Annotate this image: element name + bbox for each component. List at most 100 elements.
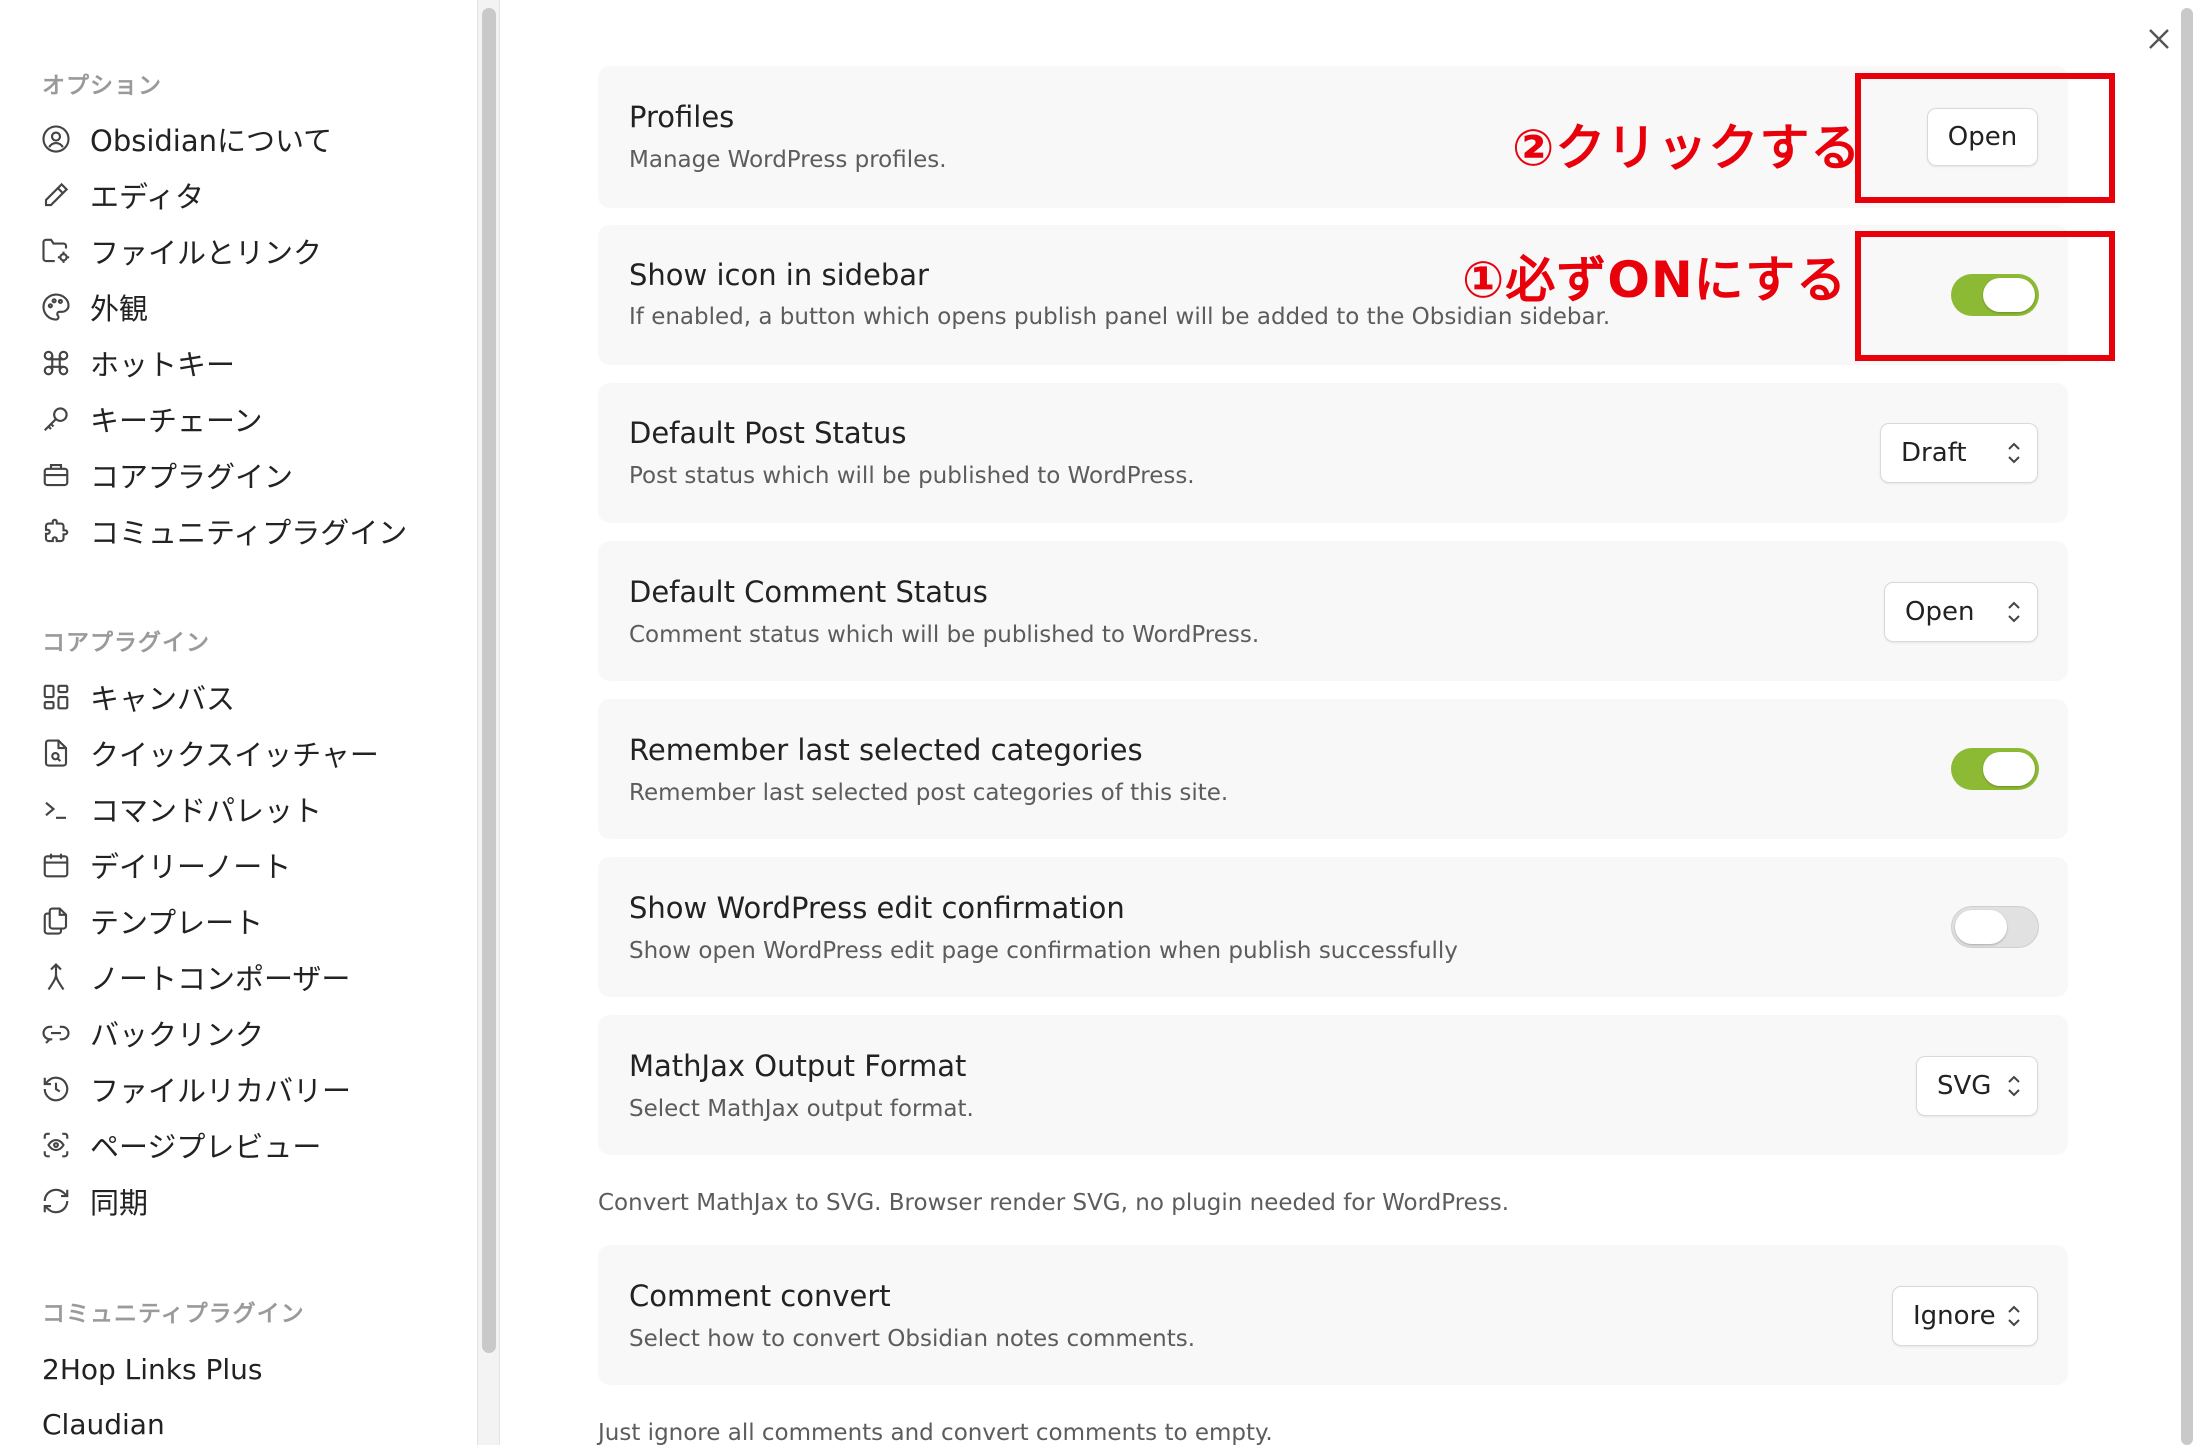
setting-title: Default Comment Status xyxy=(629,575,988,609)
close-icon xyxy=(2149,29,2169,49)
terminal-icon xyxy=(40,793,72,825)
remember-categories-toggle[interactable] xyxy=(1951,748,2039,790)
files-icon xyxy=(40,905,72,937)
sidebar-item-daily-notes[interactable]: デイリーノート xyxy=(40,842,291,888)
sidebar-item-hotkeys[interactable]: ホットキー xyxy=(40,340,235,386)
sidebar-item-label: 外観 xyxy=(90,292,149,326)
sidebar-scrollbar-thumb[interactable] xyxy=(482,8,496,1353)
key-icon xyxy=(40,403,72,435)
sidebar-section-community-plugins-title: コミュニティプラグイン xyxy=(42,1301,305,1327)
mathjax-format-select[interactable]: SVG xyxy=(1916,1056,2038,1116)
sidebar-item-editor[interactable]: エディタ xyxy=(40,172,204,218)
annotation-box-open-button xyxy=(1855,73,2115,203)
setting-title: Show WordPress edit confirmation xyxy=(629,891,1125,925)
settings-sidebar: オプション Obsidianについて エディタ ファイルとリンク 外観 ホットキ… xyxy=(0,0,478,1445)
sidebar-item-sync[interactable]: 同期 xyxy=(40,1178,148,1224)
sidebar-item-backlinks[interactable]: バックリンク xyxy=(40,1010,264,1056)
chevrons-up-down-icon xyxy=(2008,1075,2020,1097)
setting-description: Manage WordPress profiles. xyxy=(629,147,947,173)
sidebar-item-canvas[interactable]: キャンバス xyxy=(40,674,235,720)
sidebar-item-core-plugins[interactable]: コアプラグイン xyxy=(40,452,293,498)
sidebar-item-label: クイックスイッチャー xyxy=(90,738,379,772)
sidebar-item-file-recovery[interactable]: ファイルリカバリー xyxy=(40,1066,351,1112)
sidebar-item-label: ページプレビュー xyxy=(90,1130,322,1164)
setting-description: Select how to convert Obsidian notes com… xyxy=(629,1326,1196,1352)
setting-title: Comment convert xyxy=(629,1279,891,1313)
refresh-icon xyxy=(40,1185,72,1217)
sidebar-item-keychain[interactable]: キーチェーン xyxy=(40,396,263,442)
sidebar-item-label: ノートコンポーザー xyxy=(90,962,351,996)
setting-title: Show icon in sidebar xyxy=(629,258,929,292)
merge-icon xyxy=(40,961,72,993)
content-scrollbar-thumb[interactable] xyxy=(2181,8,2193,1445)
sidebar-item-2hop-links-plus[interactable]: 2Hop Links Plus xyxy=(42,1347,263,1391)
select-value: Open xyxy=(1905,597,1975,627)
setting-title: Profiles xyxy=(629,100,735,134)
setting-title: MathJax Output Format xyxy=(629,1049,967,1083)
mathjax-format-note: Convert MathJax to SVG. Browser render S… xyxy=(598,1190,1510,1216)
comment-convert-select[interactable]: Ignore xyxy=(1892,1286,2038,1346)
sidebar-item-label: バックリンク xyxy=(90,1018,265,1052)
briefcase-icon xyxy=(40,459,72,491)
chevrons-up-down-icon xyxy=(2008,1305,2020,1327)
sidebar-item-appearance[interactable]: 外観 xyxy=(40,284,148,330)
sidebar-item-label: エディタ xyxy=(90,180,204,214)
chevrons-up-down-icon xyxy=(2008,442,2020,464)
sidebar-item-quick-switcher[interactable]: クイックスイッチャー xyxy=(40,730,379,776)
comment-convert-note: Just ignore all comments and convert com… xyxy=(598,1420,1273,1445)
chevrons-up-down-icon xyxy=(2008,601,2020,623)
annotation-step1-label: ①必ずONにする xyxy=(1462,251,1848,309)
post-status-select[interactable]: Draft xyxy=(1880,423,2038,483)
layout-dashboard-icon xyxy=(40,681,72,713)
sidebar-item-files-links[interactable]: ファイルとリンク xyxy=(40,228,322,274)
sidebar-section-core-plugins-title: コアプラグイン xyxy=(42,630,210,656)
sidebar-item-label: デイリーノート xyxy=(90,850,292,884)
sidebar-item-command-palette[interactable]: コマンドパレット xyxy=(40,786,322,832)
pencil-icon xyxy=(40,179,72,211)
command-icon xyxy=(40,347,72,379)
close-button[interactable] xyxy=(2142,22,2176,56)
sidebar-item-label: コアプラグイン xyxy=(90,460,294,494)
sidebar-item-label: テンプレート xyxy=(90,906,264,940)
setting-edit-confirmation: Show WordPress edit confirmation Show op… xyxy=(598,857,2068,997)
sidebar-item-label: コマンドパレット xyxy=(90,794,323,828)
annotation-step2-label: ②クリックする xyxy=(1512,119,1862,177)
annotation-box-toggle xyxy=(1855,231,2115,361)
sidebar-item-claudian[interactable]: Claudian xyxy=(42,1402,165,1445)
sidebar-item-community-plugins[interactable]: コミュニティプラグイン xyxy=(40,508,407,554)
sidebar-item-label: コミュニティプラグイン xyxy=(90,516,408,550)
setting-description: Select MathJax output format. xyxy=(629,1096,974,1122)
setting-default-comment-status: Default Comment Status Comment status wh… xyxy=(598,541,2068,681)
sidebar-item-page-preview[interactable]: ページプレビュー xyxy=(40,1122,321,1168)
setting-description: Show open WordPress edit page confirmati… xyxy=(629,938,1458,964)
toggle-knob xyxy=(1983,752,2035,786)
setting-description: Remember last selected post categories o… xyxy=(629,780,1229,806)
user-circle-icon xyxy=(40,123,72,155)
select-value: Draft xyxy=(1901,438,1967,468)
edit-confirmation-toggle[interactable] xyxy=(1951,906,2039,948)
sidebar-item-templates[interactable]: テンプレート xyxy=(40,898,263,944)
setting-default-post-status: Default Post Status Post status which wi… xyxy=(598,383,2068,523)
comment-status-select[interactable]: Open xyxy=(1884,582,2038,642)
toggle-knob xyxy=(1955,910,2007,944)
sidebar-item-label: ファイルリカバリー xyxy=(90,1074,352,1108)
setting-title: Default Post Status xyxy=(629,416,907,450)
sidebar-item-about[interactable]: Obsidianについて xyxy=(40,116,332,162)
sidebar-section-options-title: オプション xyxy=(42,73,162,99)
settings-window: オプション Obsidianについて エディタ ファイルとリンク 外観 ホットキ… xyxy=(0,0,2199,1445)
setting-show-icon-sidebar: Show icon in sidebar If enabled, a butto… xyxy=(598,225,2068,365)
puzzle-icon xyxy=(40,515,72,547)
link-icon xyxy=(40,1017,72,1049)
setting-mathjax-format: MathJax Output Format Select MathJax out… xyxy=(598,1015,2068,1155)
setting-comment-convert: Comment convert Select how to convert Ob… xyxy=(598,1245,2068,1385)
file-search-icon xyxy=(40,737,72,769)
calendar-icon xyxy=(40,849,72,881)
scan-eye-icon xyxy=(40,1129,72,1161)
sidebar-item-label: Obsidianについて xyxy=(90,124,333,158)
sidebar-item-label: ホットキー xyxy=(90,348,236,382)
history-icon xyxy=(40,1073,72,1105)
palette-icon xyxy=(40,291,72,323)
select-value: SVG xyxy=(1937,1071,1992,1101)
sidebar-item-note-composer[interactable]: ノートコンポーザー xyxy=(40,954,350,1000)
sidebar-item-label: ファイルとリンク xyxy=(90,236,323,270)
